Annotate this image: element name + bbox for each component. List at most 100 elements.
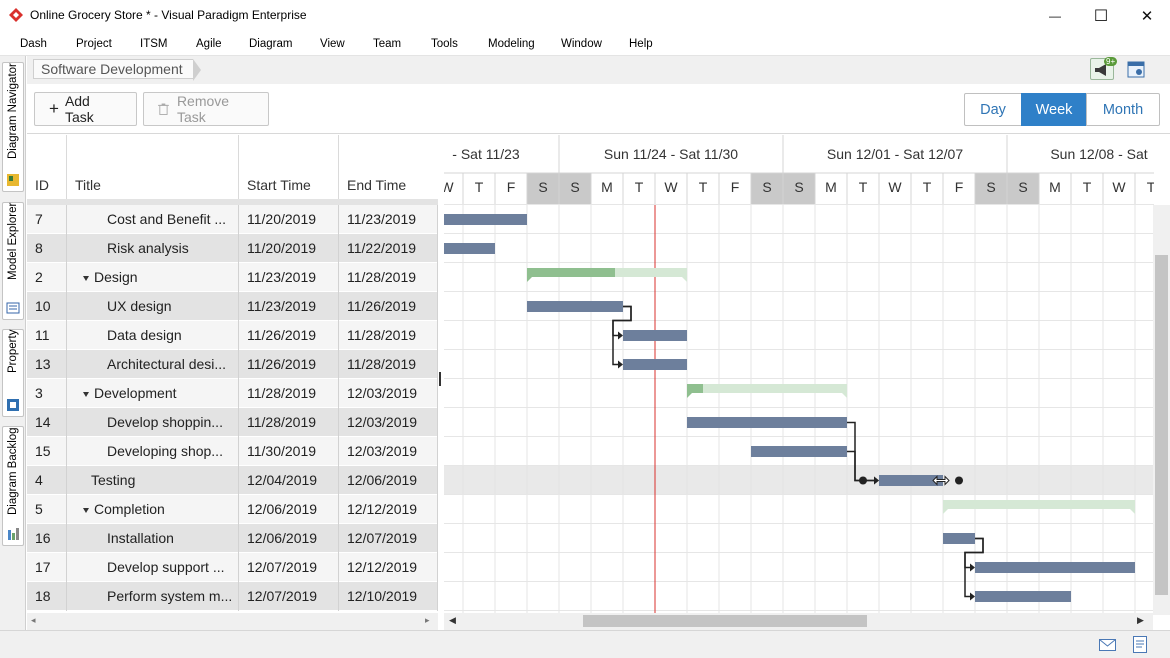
- task-bar[interactable]: [623, 359, 687, 370]
- trash-icon: [158, 103, 169, 115]
- tab-model-explorer[interactable]: Model Explorer: [2, 202, 24, 320]
- task-table: ID Title Start Time End Time 7 Cost and B…: [27, 135, 438, 630]
- maximize-button[interactable]: ☐: [1078, 0, 1124, 32]
- scroll-left-icon[interactable]: ◂: [31, 615, 36, 626]
- column-header-title[interactable]: Title: [67, 135, 239, 205]
- task-bar[interactable]: [444, 214, 527, 225]
- table-row[interactable]: 4 Testing 12/04/2019 12/06/2019: [27, 466, 438, 495]
- task-bar[interactable]: [527, 301, 623, 312]
- cell-id: 18: [27, 582, 67, 611]
- breadcrumb-bar: Software Development 9+: [27, 56, 1170, 84]
- collapse-toggle-icon[interactable]: [83, 392, 89, 397]
- menu-view[interactable]: View: [320, 38, 345, 50]
- view-week-button[interactable]: Week: [1021, 93, 1087, 126]
- table-row[interactable]: 15 Developing shop... 11/30/2019 12/03/2019: [27, 437, 438, 466]
- resize-end-handle[interactable]: [955, 476, 963, 485]
- table-row[interactable]: 3 Development 11/28/2019 12/03/2019: [27, 379, 438, 408]
- table-horizontal-scrollbar[interactable]: ◂ ▸: [27, 613, 438, 630]
- cell-title-text: Perform system m...: [107, 588, 233, 604]
- vertical-scroll-thumb[interactable]: [1155, 255, 1168, 595]
- menu-project[interactable]: Project: [76, 38, 112, 50]
- remove-task-button[interactable]: Remove Task: [143, 92, 269, 126]
- table-row[interactable]: 8 Risk analysis 11/20/2019 11/22/2019: [27, 234, 438, 263]
- table-row[interactable]: 11 Data design 11/26/2019 11/28/2019: [27, 321, 438, 350]
- cell-start-text: 12/04/2019: [247, 472, 318, 488]
- gantt-scroll-left-icon[interactable]: ◀: [449, 615, 456, 626]
- view-day-button[interactable]: Day: [964, 93, 1022, 126]
- menu-tools[interactable]: Tools: [431, 38, 458, 50]
- cell-start: 11/28/2019: [239, 408, 339, 437]
- task-bar[interactable]: [975, 562, 1135, 573]
- menu-window[interactable]: Window: [561, 38, 602, 50]
- task-bar[interactable]: [943, 533, 975, 544]
- diagram-settings-button[interactable]: [1124, 58, 1148, 80]
- gantt-toolbar: + Add Task Remove Task Day Week Month: [27, 84, 1170, 134]
- cell-title: Developing shop...: [67, 437, 239, 466]
- day-label: T: [1083, 179, 1092, 195]
- resize-start-handle[interactable]: [859, 476, 867, 485]
- table-row[interactable]: 10 UX design 11/23/2019 11/26/2019: [27, 292, 438, 321]
- scroll-right-icon[interactable]: ▸: [425, 615, 430, 626]
- cell-end: 12/03/2019: [339, 437, 438, 466]
- menu-itsm[interactable]: ITSM: [140, 38, 167, 50]
- task-bar[interactable]: [444, 243, 495, 254]
- cell-id: 15: [27, 437, 67, 466]
- cell-title-text: Develop shoppin...: [107, 414, 223, 430]
- menu-team[interactable]: Team: [373, 38, 401, 50]
- column-header-id[interactable]: ID: [27, 135, 67, 205]
- window-title: Online Grocery Store * - Visual Paradigm…: [30, 8, 307, 22]
- group-bar[interactable]: [943, 500, 1135, 509]
- remove-task-label: Remove Task: [176, 93, 230, 125]
- table-row[interactable]: 14 Develop shoppin... 11/28/2019 12/03/2019: [27, 408, 438, 437]
- cell-start-text: 11/28/2019: [247, 414, 317, 430]
- notes-icon[interactable]: [1133, 636, 1148, 653]
- cell-id-text: 11: [35, 327, 50, 343]
- cell-start-text: 11/23/2019: [247, 298, 317, 314]
- cell-title: Completion: [67, 495, 239, 524]
- group-bar[interactable]: [687, 384, 847, 393]
- minimize-button[interactable]: —: [1032, 0, 1078, 32]
- collapse-toggle-icon[interactable]: [83, 508, 89, 513]
- cell-end-text: 11/28/2019: [347, 269, 417, 285]
- announcement-button[interactable]: 9+: [1090, 57, 1118, 80]
- cell-end: 11/22/2019: [339, 234, 438, 263]
- tab-property[interactable]: Property: [2, 329, 24, 417]
- menu-agile[interactable]: Agile: [196, 38, 222, 50]
- cell-start: 11/23/2019: [239, 263, 339, 292]
- task-bar[interactable]: [623, 330, 687, 341]
- gantt-scroll-right-icon[interactable]: ▶: [1137, 615, 1144, 626]
- column-header-end[interactable]: End Time: [339, 135, 438, 205]
- week-label: - Sat 11/23: [452, 146, 520, 162]
- title-bar: Online Grocery Store * - Visual Paradigm…: [0, 0, 1170, 32]
- mail-icon[interactable]: [1099, 639, 1116, 651]
- cell-end-text: 12/12/2019: [347, 501, 418, 517]
- menu-dash[interactable]: Dash: [20, 38, 47, 50]
- table-row[interactable]: 13 Architectural desi... 11/26/2019 11/28/2…: [27, 350, 438, 379]
- table-row[interactable]: 5 Completion 12/06/2019 12/12/2019: [27, 495, 438, 524]
- collapse-toggle-icon[interactable]: [83, 276, 89, 281]
- menu-modeling[interactable]: Modeling: [488, 38, 535, 50]
- cell-end-text: 12/03/2019: [347, 385, 418, 401]
- table-row[interactable]: 2 Design 11/23/2019 11/28/2019: [27, 263, 438, 292]
- breadcrumb[interactable]: Software Development: [33, 59, 201, 81]
- menu-diagram[interactable]: Diagram: [249, 38, 292, 50]
- table-row[interactable]: 17 Develop support ... 12/07/2019 12/12/201…: [27, 553, 438, 582]
- menu-help[interactable]: Help: [629, 38, 653, 50]
- close-button[interactable]: ✕: [1124, 0, 1170, 32]
- day-label: S: [570, 179, 579, 195]
- tab-diagram-navigator[interactable]: Diagram Navigator: [2, 62, 24, 192]
- tab-diagram-backlog[interactable]: Diagram Backlog: [2, 426, 24, 546]
- table-row[interactable]: 7 Cost and Benefit ... 11/20/2019 11/23/201…: [27, 205, 438, 234]
- task-bar[interactable]: [687, 417, 847, 428]
- add-task-button[interactable]: + Add Task: [34, 92, 137, 126]
- table-row[interactable]: 16 Installation 12/06/2019 12/07/2019: [27, 524, 438, 553]
- view-month-button[interactable]: Month: [1086, 93, 1160, 126]
- table-row[interactable]: 18 Perform system m... 12/07/2019 12/10/201…: [27, 582, 438, 611]
- task-bar[interactable]: [751, 446, 847, 457]
- gantt-horizontal-scroll-thumb[interactable]: [583, 615, 867, 627]
- cell-title: Perform system m...: [67, 582, 239, 611]
- column-header-start[interactable]: Start Time: [239, 135, 339, 205]
- task-bar[interactable]: [975, 591, 1071, 602]
- splitter-handle[interactable]: [439, 372, 441, 386]
- cell-start-text: 12/07/2019: [247, 559, 318, 575]
